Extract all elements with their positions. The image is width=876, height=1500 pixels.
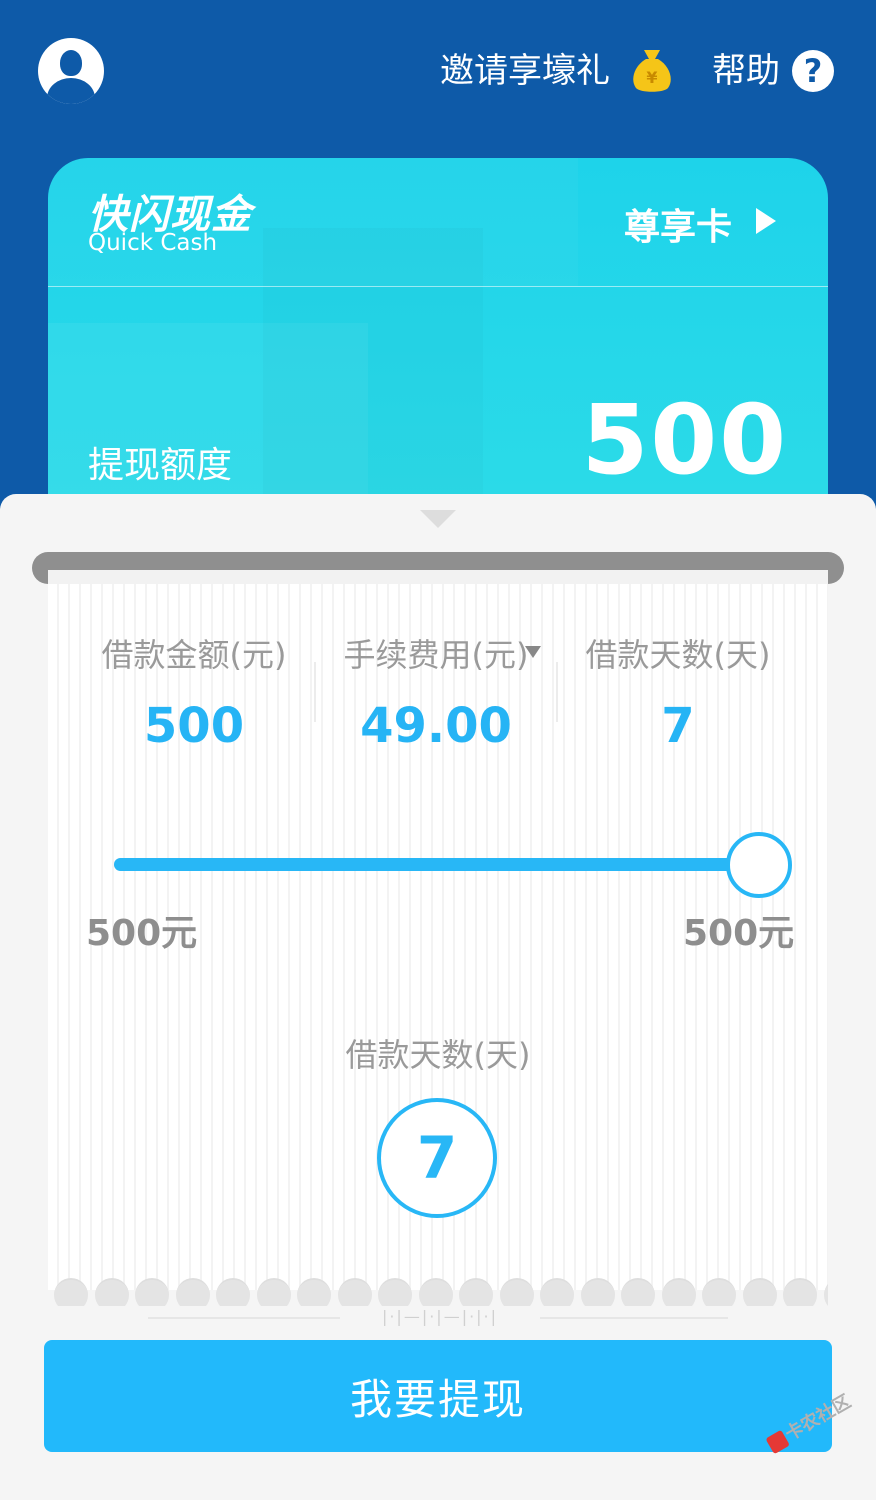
receipt-scallop [94,1278,129,1306]
slider-max-label: 500元 [683,913,795,954]
receipt-scallop [175,1278,210,1306]
help-question-icon[interactable]: ? [792,50,834,92]
pointer-triangle-icon [420,510,456,528]
receipt-scallop [702,1278,736,1306]
receipt-scallop [621,1278,655,1306]
receipt-scallop [337,1278,372,1306]
loan-amount-label: 借款金额(元) [101,636,287,674]
receipt-scallop [54,1278,88,1306]
caret-down-icon[interactable] [525,646,541,658]
receipt-scallop [418,1278,453,1306]
card-divider [48,286,828,287]
loan-days-label: 借款天数(天) [585,636,771,674]
days-picker-label: 借款天数(天) [345,1036,531,1074]
help-link[interactable]: 帮助 [712,46,780,96]
quota-label: 提现额度 [88,445,233,486]
vip-card-link[interactable]: 尊享卡 [624,198,732,250]
slider-min-label: 500元 [86,913,198,954]
receipt-scallop [661,1278,696,1306]
fee-label: 手续费用(元) [343,636,529,674]
svg-text:¥: ¥ [646,68,657,87]
days-picker-option[interactable]: 7 [377,1098,497,1218]
receipt-scallop [783,1278,817,1306]
amount-slider-thumb[interactable] [726,832,792,898]
play-arrow-icon[interactable] [756,208,776,234]
receipt-scallop [823,1278,828,1306]
decorative-ticks: |·|—|·|—|·|·| [340,1306,540,1328]
receipt-scallop [580,1278,615,1306]
receipt-scallop [216,1278,250,1306]
fee-value: 49.00 [360,698,512,754]
app-logo-subtitle: Quick Cash [88,230,218,256]
receipt-scallop [499,1278,534,1306]
receipt-scallop [459,1278,493,1306]
loan-amount-summary: 借款金额(元) 500 [74,632,314,764]
receipt-scallop [135,1278,169,1306]
top-bar: 邀请享壕礼 ¥ 帮助 ? [0,0,876,140]
fee-summary[interactable]: 手续费用(元) 49.00 [316,632,556,764]
loan-amount-value: 500 [143,698,245,754]
receipt-scallop [256,1278,291,1306]
loan-days-summary: 借款天数(天) 7 [558,632,798,764]
receipt-scallop-edge [48,1278,828,1306]
loan-days-value: 7 [661,698,695,754]
quota-value: 500 [581,384,788,496]
receipt-scallop [540,1278,574,1306]
receipt-scallop [297,1278,331,1306]
receipt-scallop [378,1278,412,1306]
withdraw-button[interactable]: 我要提现 [44,1340,832,1452]
user-avatar-icon[interactable] [38,38,104,104]
invite-link[interactable]: 邀请享壕礼 [440,46,610,96]
amount-slider-fill [114,858,754,871]
receipt-scallop [742,1278,777,1306]
quick-cash-card: 快闪现金 Quick Cash 尊享卡 提现额度 500 [48,158,828,518]
money-bag-icon[interactable]: ¥ [630,46,674,94]
